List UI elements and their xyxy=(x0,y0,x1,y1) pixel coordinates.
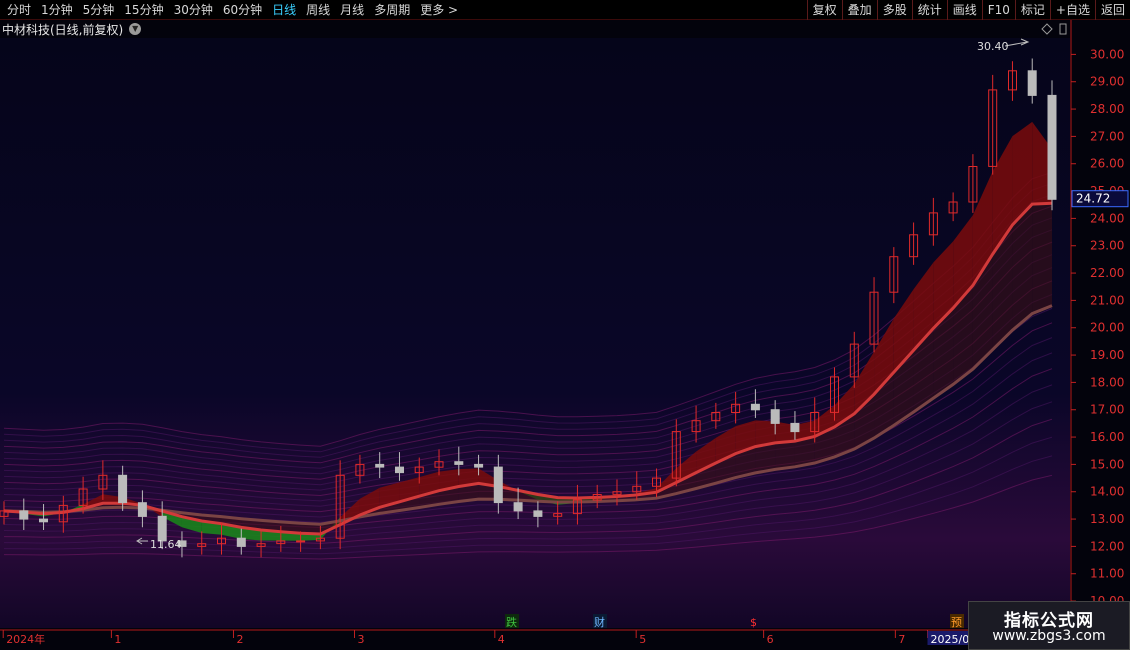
price-tick-label: 16.00 xyxy=(1090,430,1124,444)
time-tick-label: 1 xyxy=(114,633,121,646)
candle-down xyxy=(375,463,385,468)
draw-line-button[interactable]: 画线 xyxy=(946,0,982,20)
time-tick-label: 5 xyxy=(639,633,646,646)
price-tick-label: 13.00 xyxy=(1090,512,1124,526)
candle-down xyxy=(770,409,780,424)
fuquan-button[interactable]: 复权 xyxy=(806,0,842,20)
tab-daily[interactable]: 日线 xyxy=(267,0,301,20)
candle-down xyxy=(513,502,523,512)
price-tick-label: 18.00 xyxy=(1090,375,1124,389)
price-tick-label: 17.00 xyxy=(1090,403,1124,417)
event-marker-dividend[interactable]: $ xyxy=(750,616,757,629)
stock-chart-app: 分时 1分钟 5分钟 15分钟 30分钟 60分钟 日线 周线 月线 多周期 更… xyxy=(0,0,1130,650)
tool-buttons: 复权 叠加 多股 统计 画线 F10 标记 +自选 返回 xyxy=(806,0,1130,20)
price-tick-label: 23.00 xyxy=(1090,239,1124,253)
watermark-url: www.zbgs3.com xyxy=(992,628,1106,644)
fill-segment-slow xyxy=(1032,203,1052,314)
kline-chart[interactable]: 30.0029.0028.0027.0026.0025.0024.0023.00… xyxy=(0,20,1130,650)
candle-down xyxy=(1027,70,1037,96)
price-tick-label: 26.00 xyxy=(1090,157,1124,171)
price-tick-label: 29.00 xyxy=(1090,75,1124,89)
price-tick-label: 12.00 xyxy=(1090,539,1124,553)
candle-down xyxy=(454,461,464,465)
stats-button[interactable]: 统计 xyxy=(911,0,947,20)
candle-down xyxy=(493,466,503,504)
event-marker-finance[interactable]: 财 xyxy=(594,615,605,629)
tab-monthly[interactable]: 月线 xyxy=(335,0,369,20)
multi-stock-button[interactable]: 多股 xyxy=(876,0,912,20)
tab-more[interactable]: 更多 > xyxy=(415,0,463,20)
scroll-marker[interactable] xyxy=(1059,23,1067,35)
time-tick-label: 3 xyxy=(358,633,365,646)
candle-down xyxy=(474,463,484,468)
tab-multi-period[interactable]: 多周期 xyxy=(369,0,415,20)
fill-segment-slow xyxy=(775,441,795,470)
time-axis: 2024年 1 2 3 4 5 6 7 2025/07 xyxy=(2,630,976,646)
price-tick-label: 30.00 xyxy=(1090,47,1124,61)
price-tick-label: 14.00 xyxy=(1090,485,1124,499)
price-tick-label: 11.00 xyxy=(1090,567,1124,581)
time-tick-label: 2 xyxy=(237,633,244,646)
candle-down xyxy=(118,474,128,504)
candle-down xyxy=(236,537,246,547)
candle-down xyxy=(19,510,29,520)
current-price-label: 24.72 xyxy=(1076,192,1110,206)
time-tick-label: 6 xyxy=(767,633,774,646)
price-axis: 30.0029.0028.0027.0026.0025.0024.0023.00… xyxy=(1071,47,1129,608)
tab-30min[interactable]: 30分钟 xyxy=(169,0,218,20)
low-price-label: 11.64 xyxy=(150,538,182,551)
mark-button[interactable]: 标记 xyxy=(1014,0,1050,20)
candle-down xyxy=(395,466,404,474)
overlay-button[interactable]: 叠加 xyxy=(841,0,877,20)
site-watermark: 指标公式网 www.zbgs3.com xyxy=(968,601,1130,650)
price-tick-label: 24.00 xyxy=(1090,211,1124,225)
candle-down xyxy=(750,403,760,411)
candle-down xyxy=(533,510,543,517)
toolbar: 分时 1分钟 5分钟 15分钟 30分钟 60分钟 日线 周线 月线 多周期 更… xyxy=(0,0,1130,20)
add-watchlist-button[interactable]: +自选 xyxy=(1049,0,1095,20)
back-button[interactable]: 返回 xyxy=(1094,0,1130,20)
tab-5min[interactable]: 5分钟 xyxy=(78,0,120,20)
time-tick-label: 7 xyxy=(898,633,905,646)
candle-down xyxy=(39,518,48,523)
diamond-icon[interactable] xyxy=(1041,23,1053,35)
event-marker-drop[interactable]: 跌 xyxy=(506,615,517,629)
price-tick-label: 22.00 xyxy=(1090,266,1124,280)
tab-weekly[interactable]: 周线 xyxy=(301,0,335,20)
high-price-label: 30.40 xyxy=(977,40,1009,53)
price-tick-label: 19.00 xyxy=(1090,348,1124,362)
time-tick-label: 2024年 xyxy=(6,632,45,646)
price-tick-label: 21.00 xyxy=(1090,293,1124,307)
price-tick-label: 15.00 xyxy=(1090,457,1124,471)
tab-fenshi[interactable]: 分时 xyxy=(2,0,36,20)
candle-down xyxy=(1047,94,1057,200)
candle-down xyxy=(137,502,147,517)
time-tick-label: 4 xyxy=(498,633,505,646)
candle-up xyxy=(296,540,306,543)
price-tick-label: 28.00 xyxy=(1090,102,1124,116)
f10-button[interactable]: F10 xyxy=(981,0,1015,20)
tab-60min[interactable]: 60分钟 xyxy=(218,0,267,20)
period-tabs: 分时 1分钟 5分钟 15分钟 30分钟 60分钟 日线 周线 月线 多周期 更… xyxy=(2,0,463,20)
price-tick-label: 20.00 xyxy=(1090,321,1124,335)
event-marker-forecast[interactable]: 预 xyxy=(951,616,962,629)
price-tick-label: 27.00 xyxy=(1090,129,1124,143)
tab-15min[interactable]: 15分钟 xyxy=(119,0,168,20)
tab-1min[interactable]: 1分钟 xyxy=(36,0,78,20)
candle-down xyxy=(790,422,800,433)
